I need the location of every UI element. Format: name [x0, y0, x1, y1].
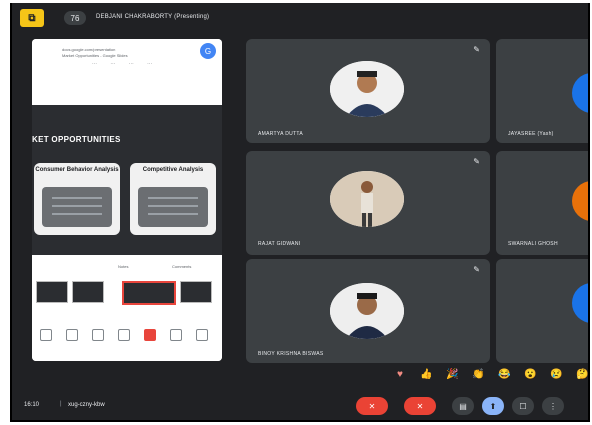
account-icon: G [200, 43, 216, 59]
card-line [148, 213, 198, 215]
slide-thumbnails [32, 275, 222, 315]
card-title: Consumer Behavior Analysis [35, 167, 119, 173]
participant-name: RAJAT GIDWANI [258, 241, 301, 247]
nav-icon[interactable] [66, 329, 78, 341]
raise-hand-button[interactable]: ☐ [512, 397, 534, 415]
slide-thumb[interactable] [180, 281, 212, 303]
laugh-reaction-icon[interactable]: 😂 [498, 369, 510, 381]
slide-thumb-selected[interactable] [122, 281, 176, 305]
avatar [330, 171, 404, 227]
mic-toggle-button[interactable]: ✕ [356, 397, 388, 415]
slide-card-competitive: Competitive Analysis [130, 163, 216, 235]
avatar [572, 73, 588, 113]
comments-toggle[interactable]: Comments [172, 264, 191, 269]
meeting-time: 16:10 [24, 402, 40, 408]
card-body [42, 187, 112, 227]
nav-icon[interactable] [196, 329, 208, 341]
nav-icon[interactable] [40, 329, 52, 341]
meeting-code: xug-czny-kbw [68, 402, 105, 408]
card-line [148, 205, 198, 207]
participant-tile[interactable]: ✎ AMARTYA DUTTA [246, 39, 490, 143]
card-body [138, 187, 208, 227]
slide-thumb[interactable] [36, 281, 68, 303]
browser-title: Market Opportunities - Google Slides [62, 53, 128, 58]
pin-icon[interactable]: ✎ [473, 265, 480, 274]
avatar [330, 61, 404, 117]
person-photo [330, 171, 404, 227]
participant-name: AMARTYA DUTTA [258, 131, 304, 137]
reaction-bar: ♥ 👍 🎉 👏 😂 😮 😢 🤔 [394, 369, 588, 383]
card-line [52, 213, 102, 215]
participant-name: SWARNALI GHOSH [508, 241, 558, 247]
bottom-bar: 16:10 | xug-czny-kbw ✕ ✕ ▤ ⬆ ☐ ⋮ [12, 387, 588, 420]
person-photo [330, 61, 404, 117]
nav-icon[interactable] [118, 329, 130, 341]
pin-icon[interactable]: ✎ [473, 45, 480, 54]
participant-name: JAYASREE (Yash) [508, 131, 554, 137]
participant-tile[interactable]: ✎ RAJAT GIDWANI [246, 151, 490, 255]
slide: KET OPPORTUNITIES Consumer Behavior Anal… [32, 105, 222, 255]
meet-window: ⧉ 76 DEBJANI CHAKRABORTY (Presenting) do… [10, 3, 590, 422]
present-screen-button[interactable]: ⬆ [482, 397, 504, 415]
heart-reaction-icon[interactable]: ♥ [394, 369, 406, 381]
party-reaction-icon[interactable]: 🎉 [446, 369, 458, 381]
participant-tile[interactable]: ✎ BINOY KRISHNA BISWAS [246, 259, 490, 363]
sad-reaction-icon[interactable]: 😢 [550, 369, 562, 381]
participant-tile[interactable] [496, 259, 588, 363]
toolbar-icons: ⋯ ⋯ ⋯ ⋯ [92, 61, 159, 67]
participant-tile[interactable]: SWARNALI GHOSH [496, 151, 588, 255]
nav-icon[interactable] [92, 329, 104, 341]
slide-card-consumer: Consumer Behavior Analysis [34, 163, 120, 235]
participant-tile[interactable]: JAYASREE (Yash) [496, 39, 588, 143]
present-icon[interactable]: ⧉ [20, 9, 44, 27]
notes-toggle[interactable]: Notes [118, 264, 128, 269]
device-nav-bar [32, 315, 222, 361]
nav-icon[interactable] [170, 329, 182, 341]
slide-thumb[interactable] [72, 281, 104, 303]
slide-title: KET OPPORTUNITIES [32, 135, 121, 144]
participant-count-chip[interactable]: 76 [64, 11, 86, 25]
pin-icon[interactable]: ✎ [473, 157, 480, 166]
surprised-reaction-icon[interactable]: 😮 [524, 369, 536, 381]
presenter-name: DEBJANI CHAKRABORTY (Presenting) [96, 14, 210, 20]
browser-header: docs.google.com/presentation Market Oppo… [32, 39, 222, 105]
card-title: Competitive Analysis [142, 167, 204, 173]
avatar [572, 283, 588, 323]
slide-footer: Notes Comments [32, 255, 222, 275]
person-photo [330, 283, 404, 339]
top-bar: ⧉ 76 DEBJANI CHAKRABORTY (Presenting) [12, 3, 588, 31]
avatar [572, 181, 588, 221]
separator: | [60, 401, 62, 407]
participant-name: BINOY KRISHNA BISWAS [258, 351, 324, 357]
card-line [52, 197, 102, 199]
thumbs-up-reaction-icon[interactable]: 👍 [420, 369, 432, 381]
shared-screen[interactable]: docs.google.com/presentation Market Oppo… [32, 39, 222, 361]
avatar [330, 283, 404, 339]
clap-reaction-icon[interactable]: 👏 [472, 369, 484, 381]
captions-button[interactable]: ▤ [452, 397, 474, 415]
thinking-reaction-icon[interactable]: 🤔 [576, 369, 588, 381]
more-options-button[interactable]: ⋮ [542, 397, 564, 415]
nav-icon[interactable] [144, 329, 156, 341]
card-line [52, 205, 102, 207]
camera-toggle-button[interactable]: ✕ [404, 397, 436, 415]
card-line [148, 197, 198, 199]
